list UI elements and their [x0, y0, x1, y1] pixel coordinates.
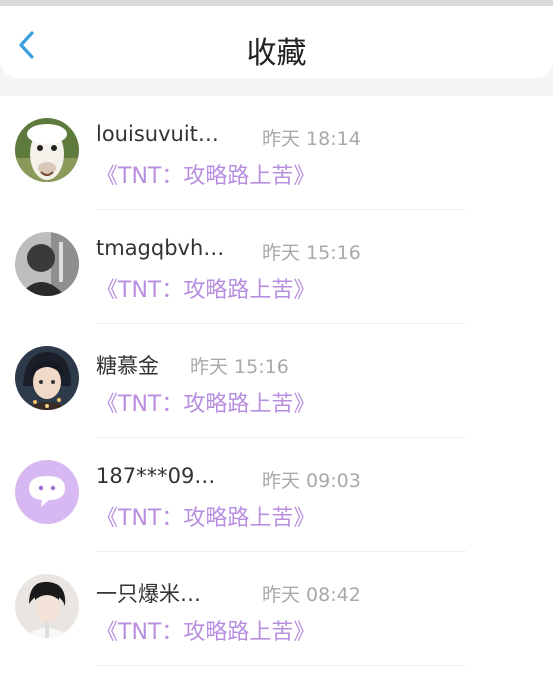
- book-title-link[interactable]: 《TNT：攻略路上苦》: [96, 272, 315, 304]
- list-item[interactable]: 糖慕金 昨天 15:16 《TNT：攻略路上苦》: [0, 324, 553, 438]
- user-name: 一只爆米…: [96, 582, 201, 606]
- timestamp: 昨天 09:03: [262, 470, 361, 492]
- favorites-list: louisuvuit… 昨天 18:14 《TNT：攻略路上苦》 tmagqbv…: [0, 96, 553, 674]
- header-bar: 收藏: [0, 6, 553, 78]
- avatar[interactable]: [15, 460, 79, 524]
- book-title-link[interactable]: 《TNT：攻略路上苦》: [96, 158, 315, 190]
- timestamp: 昨天 18:14: [262, 128, 361, 150]
- divider: [96, 665, 466, 666]
- list-item[interactable]: 187***09… 昨天 09:03 《TNT：攻略路上苦》: [0, 438, 553, 552]
- page-title: 收藏: [246, 36, 307, 71]
- book-title-link[interactable]: 《TNT：攻略路上苦》: [96, 614, 315, 646]
- user-name: louisuvuit…: [96, 122, 219, 146]
- book-title-link[interactable]: 《TNT：攻略路上苦》: [96, 386, 315, 418]
- timestamp: 昨天 15:16: [190, 356, 289, 378]
- timestamp: 昨天 08:42: [262, 584, 361, 606]
- avatar[interactable]: [15, 346, 79, 410]
- list-item[interactable]: 一只爆米… 昨天 08:42 《TNT：攻略路上苦》: [0, 552, 553, 666]
- list-item[interactable]: tmagqbvh… 昨天 15:16 《TNT：攻略路上苦》: [0, 210, 553, 324]
- chat-bubble-icon: [15, 460, 79, 524]
- list-item[interactable]: louisuvuit… 昨天 18:14 《TNT：攻略路上苦》: [0, 96, 553, 210]
- user-name: 187***09…: [96, 464, 216, 488]
- user-name: 糖慕金: [96, 354, 159, 378]
- book-title-link[interactable]: 《TNT：攻略路上苦》: [96, 500, 315, 532]
- avatar[interactable]: [15, 118, 79, 182]
- timestamp: 昨天 15:16: [262, 242, 361, 264]
- user-name: tmagqbvh…: [96, 236, 225, 260]
- avatar[interactable]: [15, 232, 79, 296]
- avatar[interactable]: [15, 574, 79, 638]
